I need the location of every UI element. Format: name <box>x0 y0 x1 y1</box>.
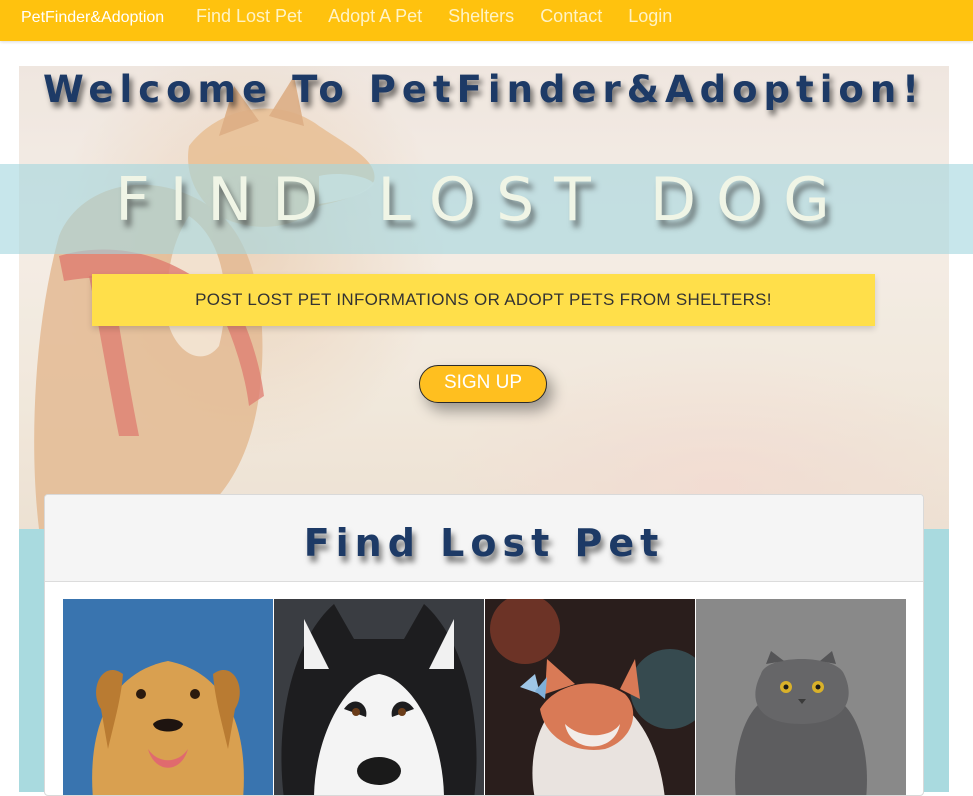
pet-tile-cat-butterfly[interactable] <box>485 599 695 795</box>
tagline-text: POST LOST PET INFORMATIONS OR ADOPT PETS… <box>195 290 772 309</box>
brand-link[interactable]: PetFinder&Adoption <box>21 9 164 27</box>
nav-link-find-lost-pet[interactable]: Find Lost Pet <box>196 6 302 27</box>
gray-cat-photo <box>696 599 906 795</box>
find-lost-pet-card: Find Lost Pet <box>44 494 924 796</box>
husky-photo <box>274 599 484 795</box>
hero-title: Welcome To PetFinder&Adoption! <box>42 68 926 111</box>
nav-link-shelters[interactable]: Shelters <box>448 6 514 27</box>
nav-link-contact[interactable]: Contact <box>540 6 602 27</box>
card-header: Find Lost Pet <box>45 495 923 582</box>
nav-link-login[interactable]: Login <box>628 6 672 27</box>
pet-tile-gray-cat[interactable] <box>696 599 906 795</box>
pet-tile-golden-retriever[interactable] <box>63 599 273 795</box>
cat-with-butterfly-photo <box>485 599 695 795</box>
tagline-box: POST LOST PET INFORMATIONS OR ADOPT PETS… <box>92 274 875 326</box>
nav-links: Find Lost Pet Adopt A Pet Shelters Conta… <box>196 6 698 27</box>
pet-tile-husky[interactable] <box>274 599 484 795</box>
card-title: Find Lost Pet <box>303 521 665 565</box>
pet-gallery <box>63 599 906 795</box>
find-lost-dog-banner: FIND LOST DOG <box>115 165 850 235</box>
hero-section: Welcome To PetFinder&Adoption! POST LOST… <box>19 66 949 529</box>
golden-retriever-photo <box>63 599 273 795</box>
sign-up-button[interactable]: SIGN UP <box>419 365 547 403</box>
nav-link-adopt-a-pet[interactable]: Adopt A Pet <box>328 6 422 27</box>
top-navbar: PetFinder&Adoption Find Lost Pet Adopt A… <box>0 0 973 41</box>
